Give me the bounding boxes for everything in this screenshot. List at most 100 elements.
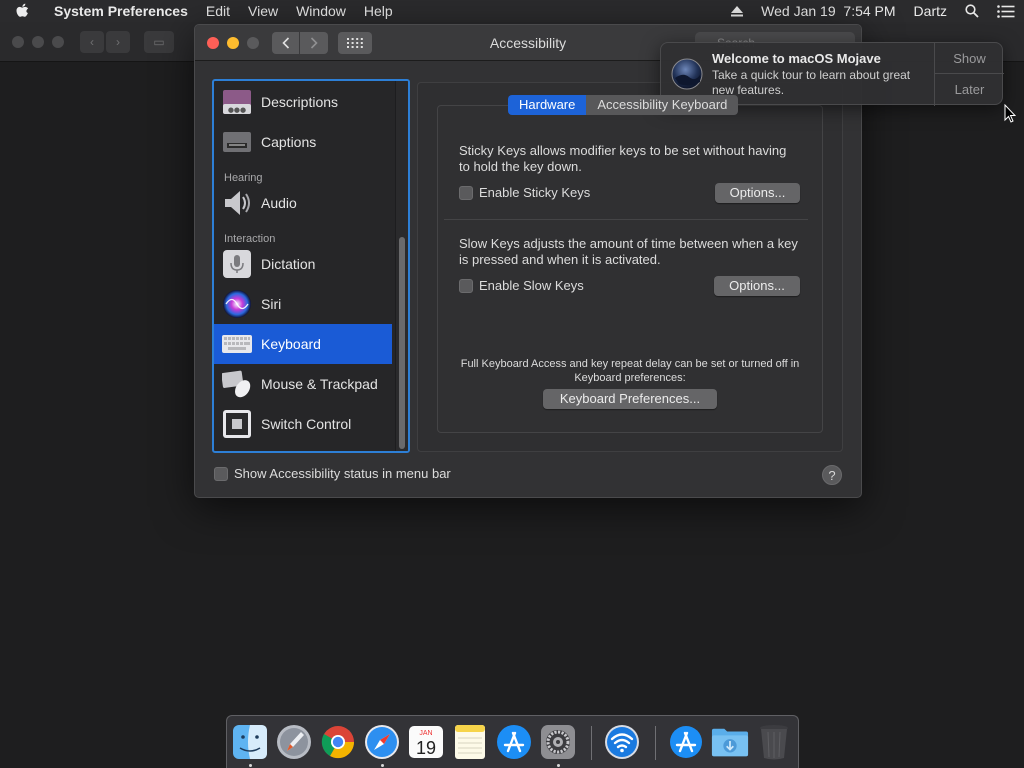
sidebar-item-descriptions[interactable]: ●●● Descriptions	[214, 82, 392, 122]
show-status-in-menu-bar-checkbox[interactable]: Show Accessibility status in menu bar	[214, 466, 451, 481]
mouse-trackpad-icon	[222, 369, 252, 399]
sticky-keys-checkbox-label: Enable Sticky Keys	[479, 185, 591, 200]
sidebar-scrollbar[interactable]	[395, 81, 408, 451]
safari-icon	[365, 725, 399, 759]
dock-applications-folder[interactable]	[667, 723, 705, 761]
captions-icon	[222, 127, 252, 157]
menu-edit[interactable]: Edit	[197, 3, 239, 19]
dock-calendar[interactable]: JAN 19	[407, 723, 445, 761]
notification-show-button[interactable]: Show	[935, 43, 1004, 74]
dock-notes[interactable]	[451, 723, 489, 761]
pane-tabs: Hardware Accessibility Keyboard	[508, 95, 739, 115]
sidebar-item-label: Captions	[261, 134, 317, 150]
system-preferences-icon	[541, 725, 575, 759]
scrollbar-thumb[interactable]	[399, 237, 405, 449]
slow-keys-checkbox-label: Enable Slow Keys	[479, 278, 584, 293]
accessibility-category-list[interactable]: ●●● Descriptions Captions Hearing Audio …	[212, 79, 410, 453]
macos-mojave-icon	[671, 58, 703, 90]
menu-window[interactable]: Window	[287, 3, 355, 19]
menu-view[interactable]: View	[239, 3, 287, 19]
dock-launchpad[interactable]	[275, 723, 313, 761]
sidebar-item-dictation[interactable]: Dictation	[214, 244, 392, 284]
sidebar-item-label: Mouse & Trackpad	[261, 376, 378, 392]
apple-menu-icon[interactable]	[0, 3, 44, 19]
sidebar-item-label: Switch Control	[261, 416, 352, 432]
dock-separator	[655, 726, 656, 760]
sidebar-item-label: Audio	[261, 195, 297, 211]
dock-chrome[interactable]	[319, 723, 357, 761]
notification-title: Welcome to macOS Mojave	[712, 51, 881, 66]
dock-system-preferences[interactable]	[539, 723, 577, 761]
enable-sticky-keys-checkbox[interactable]: Enable Sticky Keys	[459, 185, 590, 200]
notification-body: Take a quick tour to learn about great n…	[712, 68, 911, 97]
chrome-icon	[321, 726, 355, 759]
downloads-folder-icon	[711, 728, 749, 757]
sidebar-item-label: Dictation	[261, 256, 316, 272]
sidebar-item-label: Keyboard	[261, 336, 321, 352]
dock-downloads-folder[interactable]	[711, 723, 749, 761]
slow-keys-options-button[interactable]: Options...	[714, 276, 800, 296]
slow-keys-description: Slow Keys adjusts the amount of time bet…	[459, 236, 798, 267]
dock: JAN 19	[226, 715, 799, 768]
sidebar-item-label: Siri	[261, 296, 282, 312]
hardware-settings-group: Sticky Keys allows modifier keys to be s…	[437, 105, 823, 433]
background-sidebar-icon: ▭	[144, 31, 174, 53]
descriptions-icon: ●●●	[222, 87, 252, 117]
spotlight-search-icon[interactable]	[956, 4, 988, 18]
finder-icon	[233, 725, 267, 759]
section-divider	[444, 219, 808, 220]
dock-safari[interactable]	[363, 723, 401, 761]
switch-control-icon	[222, 409, 252, 439]
sidebar-item-switch-control[interactable]: Switch Control	[214, 404, 392, 444]
tab-hardware[interactable]: Hardware	[508, 95, 587, 115]
enable-slow-keys-checkbox[interactable]: Enable Slow Keys	[459, 278, 584, 293]
tab-accessibility-keyboard[interactable]: Accessibility Keyboard	[586, 95, 739, 115]
eject-icon[interactable]	[722, 5, 752, 17]
running-indicator	[557, 764, 560, 767]
dock-separator	[591, 726, 592, 760]
keyboard-preferences-note: Full Keyboard Access and key repeat dela…	[460, 358, 800, 384]
running-indicator	[381, 764, 384, 767]
sidebar-item-siri[interactable]: Siri	[214, 284, 392, 324]
calendar-day: 19	[416, 738, 436, 758]
menu-clock[interactable]: Wed Jan 19 7:54 PM	[752, 3, 904, 19]
help-button[interactable]: ?	[822, 465, 842, 485]
sidebar-item-keyboard[interactable]: Keyboard	[214, 324, 392, 364]
sidebar-item-mouse-trackpad[interactable]: Mouse & Trackpad	[214, 364, 392, 404]
keyboard-preferences-button[interactable]: Keyboard Preferences...	[543, 389, 717, 409]
background-back-icon: ‹	[80, 31, 104, 53]
sticky-keys-checkbox-box[interactable]	[459, 185, 473, 200]
keyboard-icon	[222, 329, 252, 359]
siri-icon	[222, 289, 252, 319]
calendar-month: JAN	[419, 730, 432, 737]
menu-bar: System Preferences Edit View Window Help…	[0, 0, 1024, 22]
sticky-keys-description: Sticky Keys allows modifier keys to be s…	[459, 143, 787, 174]
slow-keys-checkbox-box[interactable]	[459, 278, 473, 293]
background-window-controls	[12, 36, 64, 48]
trash-icon	[760, 725, 788, 760]
dock-finder[interactable]	[231, 723, 269, 761]
sidebar-item-captions[interactable]: Captions	[214, 122, 392, 162]
app-store-icon	[497, 725, 531, 759]
wifi-icon	[605, 725, 639, 759]
sticky-keys-options-button[interactable]: Options...	[715, 183, 800, 203]
notification-center-icon[interactable]	[988, 4, 1024, 18]
sidebar-item-label: Descriptions	[261, 94, 339, 110]
microphone-icon	[222, 249, 252, 279]
menu-help[interactable]: Help	[355, 3, 402, 19]
notification-later-button[interactable]: Later	[935, 74, 1004, 105]
launchpad-icon	[277, 725, 311, 759]
calendar-icon: JAN19	[409, 726, 443, 758]
notes-icon	[455, 725, 485, 759]
sidebar-item-audio[interactable]: Audio	[214, 183, 392, 223]
mouse-pointer-icon	[1004, 103, 1017, 124]
status-checkbox-label: Show Accessibility status in menu bar	[234, 466, 451, 481]
applications-folder-icon	[670, 726, 702, 758]
dock-app-store[interactable]	[495, 723, 533, 761]
menu-user[interactable]: Dartz	[905, 3, 956, 19]
status-checkbox-box[interactable]	[214, 466, 228, 481]
svg-text:●●●: ●●●	[228, 106, 246, 114]
menu-app-name[interactable]: System Preferences	[44, 3, 197, 19]
dock-trash[interactable]	[755, 723, 793, 761]
dock-wireless-diagnostics[interactable]	[603, 723, 641, 761]
